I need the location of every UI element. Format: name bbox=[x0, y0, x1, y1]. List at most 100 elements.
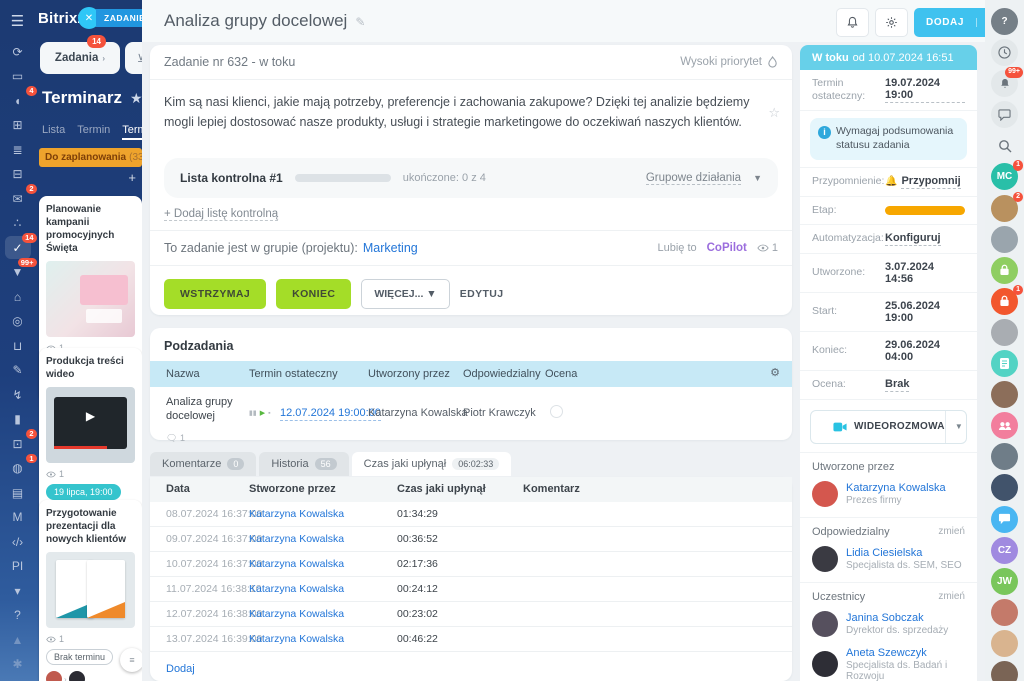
copilot-link[interactable]: CoPilot bbox=[707, 242, 747, 254]
stage-progress-bar[interactable] bbox=[885, 206, 965, 215]
scroll-top-button[interactable]: ≡ bbox=[120, 648, 142, 672]
settings-icon[interactable]: ✱ bbox=[5, 653, 31, 676]
lock-icon[interactable] bbox=[991, 257, 1018, 284]
people-icon[interactable]: ∴ bbox=[5, 212, 31, 235]
taskbar-task-pill[interactable]: ✕ ZADANIE bbox=[78, 7, 142, 29]
person-link[interactable]: Katarzyna Kowalska bbox=[249, 558, 344, 570]
warning-icon[interactable]: ▲ bbox=[5, 628, 31, 651]
change-participants-link[interactable]: zmień bbox=[938, 591, 965, 603]
collapse-button[interactable]: ⊻ bbox=[125, 42, 142, 74]
help-icon[interactable]: ? bbox=[991, 8, 1018, 35]
avatar[interactable] bbox=[991, 599, 1018, 626]
star-icon[interactable]: ☆ bbox=[768, 105, 780, 121]
avatar[interactable] bbox=[991, 443, 1018, 470]
time-log-row[interactable]: 10.07.2024 16:37:00Katarzyna Kowalska02:… bbox=[150, 552, 792, 577]
kanban-tab-termin[interactable]: Termin bbox=[77, 124, 110, 140]
subtask-row[interactable]: Analiza grupy docelowej 🗨 1 ▮▮ ▶ ▪ 12.07… bbox=[150, 387, 792, 445]
chevron-down-icon[interactable]: ▾ bbox=[5, 579, 31, 602]
settings-button[interactable] bbox=[875, 8, 908, 37]
pulse-icon[interactable]: ⟳ bbox=[5, 40, 31, 63]
bi-icon[interactable]: PI bbox=[5, 555, 31, 578]
avatar[interactable]: 2 bbox=[991, 195, 1018, 222]
add-time-link[interactable]: Dodaj bbox=[166, 663, 195, 675]
reminder-link[interactable]: Przypomnij bbox=[901, 175, 960, 189]
avatar[interactable] bbox=[991, 474, 1018, 501]
tasks-button[interactable]: Zadania› 14 bbox=[40, 42, 120, 74]
play-icon[interactable]: ▶ bbox=[260, 409, 265, 417]
add-card-icon[interactable]: + bbox=[128, 170, 136, 185]
desktop-icon[interactable]: ▭ bbox=[5, 65, 31, 88]
help-icon[interactable]: ? bbox=[5, 604, 31, 627]
favorite-star-icon[interactable]: ★ bbox=[130, 90, 142, 107]
kanban-tab-lista[interactable]: Lista bbox=[42, 124, 65, 140]
person-link[interactable]: Katarzyna Kowalska bbox=[249, 533, 344, 545]
subtask-deadline-link[interactable]: 12.07.2024 19:00:00 bbox=[280, 407, 381, 421]
avatar[interactable] bbox=[991, 226, 1018, 253]
time-log-row[interactable]: 12.07.2024 16:38:00Katarzyna Kowalska00:… bbox=[150, 602, 792, 627]
lock-icon[interactable]: 1 bbox=[991, 288, 1018, 315]
add-checklist-link[interactable]: + Dodaj listę kontrolną bbox=[164, 208, 278, 221]
participant-person[interactable]: Aneta SzewczykSpecjalista ds. Badań i Ro… bbox=[800, 643, 977, 681]
edit-link-icon[interactable]: ✎ bbox=[355, 15, 365, 29]
sign-icon[interactable]: ✎ bbox=[5, 359, 31, 382]
time-log-row[interactable]: 13.07.2024 16:39:00Katarzyna Kowalska00:… bbox=[150, 627, 792, 652]
participant-person[interactable]: Janina SobczakDyrektor ds. sprzedaży bbox=[800, 607, 977, 643]
market-icon[interactable]: M bbox=[5, 506, 31, 529]
deadline-value[interactable]: 19.07.2024 19:00 bbox=[885, 77, 965, 103]
avatar[interactable] bbox=[991, 381, 1018, 408]
responsible-person[interactable]: Lidia CiesielskaSpecjalista ds. SEM, SEO bbox=[800, 542, 977, 578]
pause-icon[interactable]: ▮▮ bbox=[249, 409, 257, 417]
target-icon[interactable]: ◎ bbox=[5, 310, 31, 333]
group-actions-link[interactable]: Grupowe działania bbox=[646, 172, 741, 185]
finish-button[interactable]: KONIEC bbox=[276, 279, 351, 309]
pause-button[interactable]: WSTRZYMAJ bbox=[164, 279, 266, 309]
edit-button[interactable]: EDYTUJ bbox=[460, 288, 504, 300]
creator-person[interactable]: Katarzyna KowalskaPrezes firmy bbox=[800, 477, 977, 513]
chevron-down-icon[interactable]: ▼ bbox=[753, 173, 762, 183]
time-log-row[interactable]: 08.07.2024 16:37:00Katarzyna Kowalska01:… bbox=[150, 502, 792, 527]
people-icon[interactable] bbox=[991, 412, 1018, 439]
knowledge-icon[interactable]: ▤ bbox=[5, 481, 31, 504]
person-link[interactable]: Katarzyna Kowalska bbox=[249, 608, 344, 620]
person-link[interactable]: Katarzyna Kowalska bbox=[249, 633, 344, 645]
avatar-mc[interactable]: MC1 bbox=[991, 163, 1018, 190]
ai-icon[interactable]: ◍1 bbox=[5, 457, 31, 480]
status-summary-notice[interactable]: i Wymagaj podsumowania statusu zadania bbox=[810, 118, 967, 159]
chat-icon[interactable] bbox=[991, 101, 1018, 128]
automation-link[interactable]: Konfiguruj bbox=[885, 232, 941, 246]
add-icon[interactable]: + bbox=[5, 677, 31, 681]
document-icon[interactable]: ≣ bbox=[5, 138, 31, 161]
like-link[interactable]: Lubię to bbox=[657, 242, 696, 254]
due-pill[interactable]: Brak terminu bbox=[46, 649, 113, 665]
due-pill[interactable]: 19 lipca, 19:00 bbox=[46, 484, 121, 500]
devops-icon[interactable]: ‹/› bbox=[5, 530, 31, 553]
kanban-column-header[interactable]: Do zaplanowania(33) bbox=[39, 148, 142, 167]
more-button[interactable]: WIĘCEJ... ▼ bbox=[361, 279, 449, 309]
bell-icon[interactable]: 99+ bbox=[991, 70, 1018, 97]
checklist-row[interactable]: Lista kontrolna #1 ukończone: 0 z 4 Grup… bbox=[164, 158, 778, 198]
chevron-down-icon[interactable]: ▼ bbox=[945, 411, 972, 443]
avatar-jw[interactable]: JW bbox=[991, 568, 1018, 595]
drive-icon[interactable]: ⊟ bbox=[5, 163, 31, 186]
person-link[interactable]: Katarzyna Kowalska bbox=[249, 508, 344, 520]
lightning-icon[interactable]: ↯ bbox=[5, 383, 31, 406]
tab-historia[interactable]: Historia56 bbox=[259, 452, 348, 476]
contacts-icon[interactable]: ⊡2 bbox=[5, 432, 31, 455]
search-icon[interactable] bbox=[991, 132, 1018, 159]
tab-komentarze[interactable]: Komentarze0 bbox=[150, 452, 256, 476]
table-settings-icon[interactable]: ⚙ bbox=[770, 366, 780, 379]
avatar-cz[interactable]: CZ bbox=[991, 537, 1018, 564]
play-icon[interactable]: ▶ bbox=[86, 409, 95, 423]
time-log-row[interactable]: 09.07.2024 16:37:00Katarzyna Kowalska00:… bbox=[150, 527, 792, 552]
tasks-icon[interactable]: ✓14 bbox=[5, 236, 31, 259]
calendar-icon[interactable]: ⊞ bbox=[5, 114, 31, 137]
company-icon[interactable]: ⌂ bbox=[5, 285, 31, 308]
crm-funnel-icon[interactable]: ▼99+ bbox=[5, 261, 31, 284]
avatar[interactable] bbox=[991, 661, 1018, 681]
clock-icon[interactable] bbox=[991, 39, 1018, 66]
person-link[interactable]: Katarzyna Kowalska bbox=[249, 583, 344, 595]
avatar[interactable] bbox=[991, 319, 1018, 346]
rating-circle[interactable] bbox=[550, 405, 563, 418]
notifications-button[interactable] bbox=[836, 8, 869, 37]
video-call-button[interactable]: WIDEOROZMOWA ▼ bbox=[810, 410, 967, 444]
